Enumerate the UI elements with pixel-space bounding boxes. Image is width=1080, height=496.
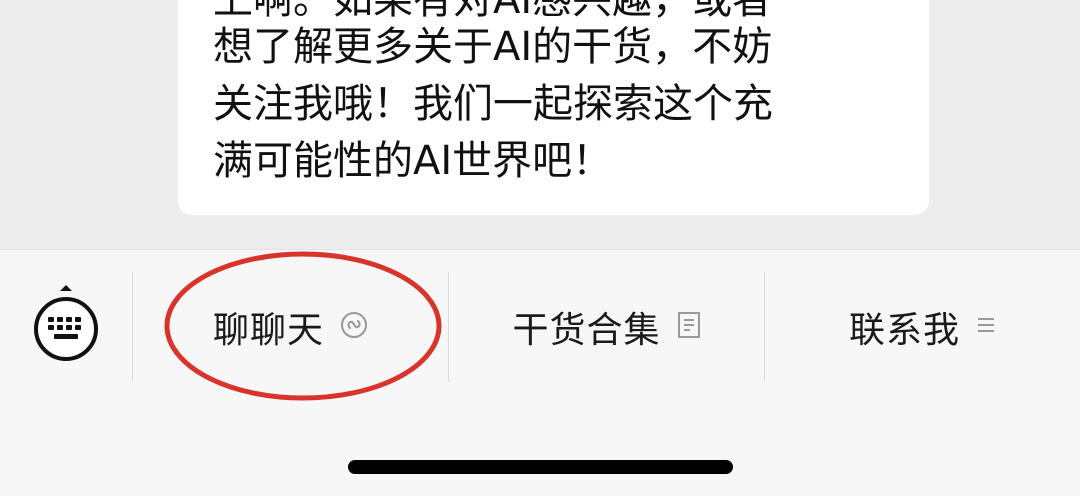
home-indicator[interactable] xyxy=(348,460,733,474)
menu-item-resources[interactable]: 干货合集 xyxy=(449,272,764,382)
menu-item-label: 干货合集 xyxy=(512,310,661,351)
chat-message-area: 上啊。如果有对AI感兴趣，或者 想了解更多关于AI的干货，不妨 关注我哦！我们一… xyxy=(0,0,1080,248)
message-line: 满可能性的AI世界吧！ xyxy=(213,138,613,184)
message-line: 关注我哦！我们一起探索这个充 xyxy=(213,81,773,127)
menu-item-contact[interactable]: 联系我 xyxy=(765,272,1080,382)
menu-item-chat[interactable]: 聊聊天 xyxy=(133,272,448,382)
menu-item-label: 联系我 xyxy=(848,310,960,351)
menu-item-label: 聊聊天 xyxy=(212,310,324,351)
message-line: 想了解更多关于AI的干货，不妨 xyxy=(213,24,773,70)
bottom-menu-bar: 聊聊天 干货合集 联系我 xyxy=(0,249,1080,496)
document-icon xyxy=(677,311,701,343)
keyboard-icon xyxy=(34,285,98,361)
chat-screen: 上啊。如果有对AI感兴趣，或者 想了解更多关于AI的干货，不妨 关注我哦！我们一… xyxy=(0,0,1080,496)
keyboard-toggle-button[interactable] xyxy=(30,285,102,367)
mini-program-link-icon xyxy=(340,311,368,343)
menu-lines-icon xyxy=(976,315,996,339)
